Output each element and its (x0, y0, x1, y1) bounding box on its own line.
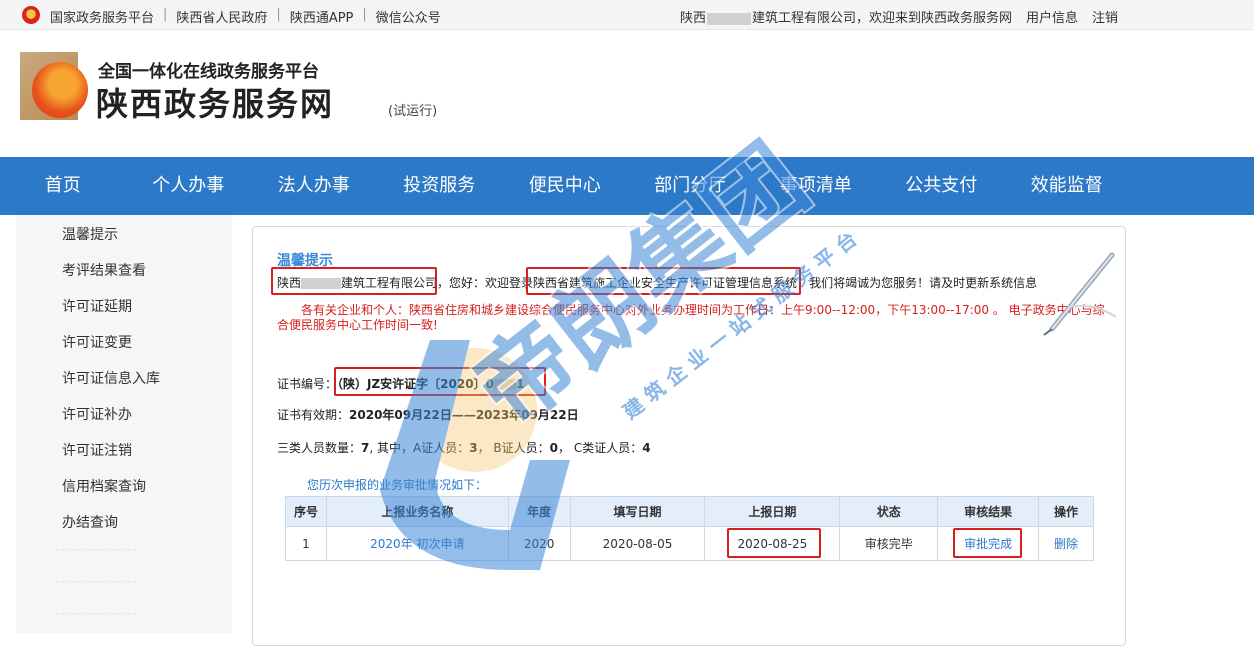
delete-link[interactable]: 删除 (1054, 537, 1078, 551)
validity-value: 2020年09月22日——2023年09月22日 (349, 408, 579, 422)
sidebar-item-change[interactable]: 许可证变更 (16, 325, 232, 361)
divider: | (276, 7, 281, 22)
staff-c: 4 (642, 441, 651, 455)
staff-b: 0 (549, 441, 558, 455)
staff-text-4: ， C类证人员： (558, 441, 643, 455)
greeting-mid: ，您好：欢迎登录 (437, 276, 534, 290)
highlight-system (526, 267, 801, 295)
pen-decoration-icon (1043, 252, 1117, 336)
site-logo-icon[interactable] (20, 52, 88, 120)
welcome-text: 陕西 建筑工程有限公司，欢迎来到陕西政务服务网 (680, 7, 1012, 26)
highlight-cert-number (334, 367, 546, 396)
nav-investment[interactable]: 投资服务 (377, 157, 503, 215)
staff-a: 3 (469, 441, 478, 455)
staff-count-row: 三类人员数量：7, 其中，A证人员：3， B证人员：0， C类证人员：4 (277, 439, 651, 456)
table-header-row: 序号 上报业务名称 年度 填写日期 上报日期 状态 审核结果 操作 (285, 496, 1094, 527)
sidebar-item-completed[interactable]: 办结查询 (16, 505, 232, 541)
national-emblem-icon (22, 6, 40, 24)
nav-departments[interactable]: 部门分厅 (628, 157, 754, 215)
sidebar-item-credit[interactable]: 信用档案查询 (16, 469, 232, 505)
welcome-suffix: 建筑工程有限公司，欢迎来到陕西政务服务网 (752, 11, 1013, 26)
nav-convenience[interactable]: 便民中心 (502, 157, 628, 215)
col-submit-date: 上报日期 (704, 496, 841, 527)
sidebar-item-extension[interactable]: 许可证延期 (16, 289, 232, 325)
top-bar: 国家政务服务平台 | 陕西省人民政府 | 陕西通APP | 微信公众号 陕西 建筑… (0, 0, 1254, 30)
sidebar-item-evaluation[interactable]: 考评结果查看 (16, 253, 232, 289)
divider: | (163, 7, 168, 22)
logout-link[interactable]: 注销 (1092, 7, 1118, 26)
history-heading: 您历次申报的业务审批情况如下： (307, 478, 488, 492)
staff-text-3: ， B证人员： (477, 441, 550, 455)
main-nav: 首页 个人办事 法人办事 投资服务 便民中心 部门分厅 事项清单 公共支付 效能… (0, 157, 1254, 215)
redaction-mask (707, 12, 752, 25)
top-link-wechat[interactable]: 微信公众号 (376, 7, 441, 26)
col-year: 年度 (507, 496, 571, 527)
validity-label: 证书有效期： (277, 408, 350, 422)
sidebar: 温馨提示 考评结果查看 许可证延期 许可证变更 许可证信息入库 许可证补办 许可… (16, 215, 232, 633)
cell-action: 删除 (1038, 526, 1094, 561)
cell-year: 2020 (507, 526, 571, 561)
top-link-national-platform[interactable]: 国家政务服务平台 (50, 7, 154, 26)
top-link-app[interactable]: 陕西通APP (290, 7, 354, 26)
col-business-name: 上报业务名称 (325, 496, 509, 527)
trial-label: (试运行) (388, 104, 438, 119)
validity-row: 证书有效期：2020年09月22日——2023年09月22日 (277, 406, 579, 423)
cert-number-label: 证书编号： (277, 377, 338, 391)
col-index: 序号 (285, 496, 327, 527)
divider (56, 549, 136, 573)
divider: | (362, 7, 367, 22)
sidebar-item-reissue[interactable]: 许可证补办 (16, 397, 232, 433)
user-area: 陕西 建筑工程有限公司，欢迎来到陕西政务服务网 用户信息 注销 (680, 7, 1118, 26)
greeting-end: ，我们将竭诚为您服务！请及时更新系统信息 (797, 276, 1038, 290)
site-title: 陕西政务服务网 (96, 85, 335, 123)
nav-supervision[interactable]: 效能监督 (1004, 157, 1130, 215)
top-link-provincial-government[interactable]: 陕西省人民政府 (176, 7, 267, 26)
sidebar-item-storage[interactable]: 许可证信息入库 (16, 361, 232, 397)
col-result: 审核结果 (937, 496, 1039, 527)
staff-text-2: , 其中，A证人员： (369, 441, 470, 455)
site-header: 全国一体化在线政务服务平台 陕西政务服务网 (试运行) (0, 30, 1254, 157)
cell-index: 1 (285, 526, 327, 561)
nav-home[interactable]: 首页 (0, 157, 126, 215)
divider (56, 613, 136, 637)
cell-status: 审核完毕 (839, 526, 939, 561)
highlight-company (271, 267, 437, 295)
user-info-link[interactable]: 用户信息 (1026, 7, 1078, 26)
highlight-result (953, 528, 1022, 558)
cell-fill-date: 2020-08-05 (569, 526, 706, 561)
nav-personal[interactable]: 个人办事 (126, 157, 252, 215)
business-hours-notice: 各有关企业和个人：陕西省住房和城乡建设综合便民服务中心对外业务办理时间为工作日：… (277, 303, 1105, 332)
top-links: 国家政务服务平台 | 陕西省人民政府 | 陕西通APP | 微信公众号 (50, 7, 441, 26)
welcome-prefix: 陕西 (680, 11, 707, 26)
nav-item-list[interactable]: 事项清单 (753, 157, 879, 215)
col-action: 操作 (1038, 496, 1094, 527)
business-name-link[interactable]: 2020年 初次申请 (370, 537, 464, 551)
sidebar-item-tips[interactable]: 温馨提示 (16, 217, 232, 253)
nav-legal-entity[interactable]: 法人办事 (251, 157, 377, 215)
nav-payment[interactable]: 公共支付 (879, 157, 1005, 215)
col-fill-date: 填写日期 (569, 496, 706, 527)
cell-business-name: 2020年 初次申请 (325, 526, 509, 561)
staff-text-1: 三类人员数量： (277, 441, 362, 455)
divider (56, 581, 136, 605)
sidebar-item-cancel[interactable]: 许可证注销 (16, 433, 232, 469)
col-status: 状态 (839, 496, 939, 527)
highlight-submit-date (727, 528, 821, 558)
